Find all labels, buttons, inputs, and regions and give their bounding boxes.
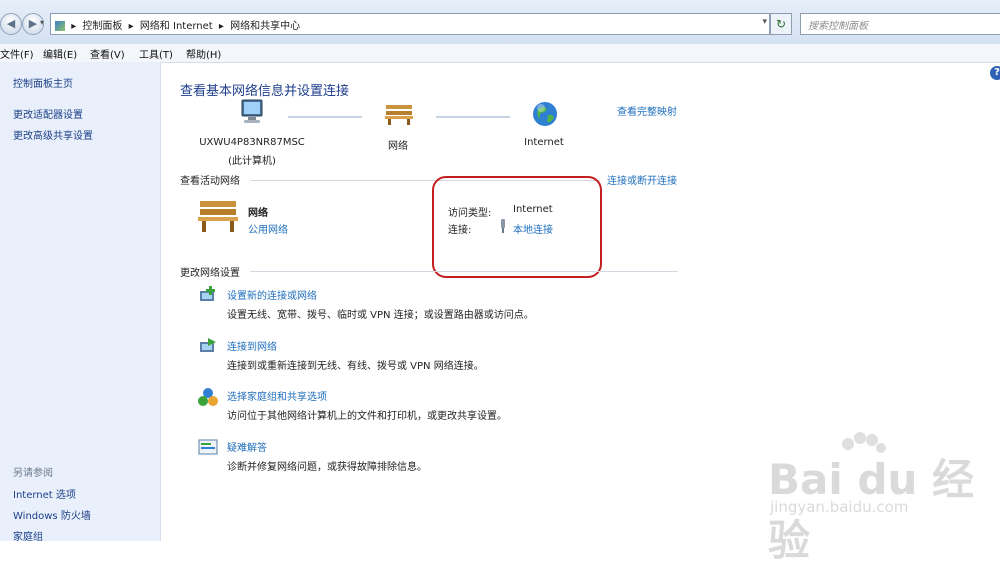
network-bench-icon bbox=[384, 102, 414, 129]
address-input[interactable]: ▸ 控制面板 ▸ 网络和 Internet ▸ 网络和共享中心 ▾ bbox=[50, 13, 770, 35]
task-troubleshoot-link[interactable]: 疑难解答 bbox=[227, 439, 267, 454]
section-divider bbox=[250, 271, 678, 272]
page-title: 查看基本网络信息并设置连接 bbox=[180, 84, 350, 99]
sidebar-change-adapter-settings[interactable]: 更改适配器设置 bbox=[13, 106, 83, 121]
connect-to-network-icon bbox=[198, 337, 218, 358]
breadcrumb-separator: ▸ bbox=[128, 21, 134, 32]
back-button[interactable]: ◀ bbox=[0, 13, 22, 35]
sidebar-windows-firewall[interactable]: Windows 防火墙 bbox=[13, 507, 91, 522]
computer-sub-label: (此计算机) bbox=[228, 156, 276, 167]
refresh-button[interactable]: ↻ bbox=[770, 13, 792, 35]
refresh-icon: ↻ bbox=[775, 17, 787, 31]
map-connector-line bbox=[288, 116, 362, 118]
change-settings-heading: 更改网络设置 bbox=[180, 268, 240, 279]
menu-file[interactable]: 文件(F) bbox=[0, 46, 34, 61]
computer-icon bbox=[236, 98, 268, 129]
task-homegroup-link[interactable]: 选择家庭组和共享选项 bbox=[227, 388, 327, 403]
network-node-label: 网络 bbox=[388, 141, 408, 152]
public-network-bench-icon bbox=[196, 198, 240, 237]
view-full-map-link[interactable]: 查看完整映射 bbox=[617, 103, 677, 118]
task-troubleshoot-desc: 诊断并修复网络问题，或获得故障排除信息。 bbox=[227, 462, 427, 473]
task-setup-connection-link[interactable]: 设置新的连接或网络 bbox=[227, 287, 317, 302]
recent-pages-dropdown[interactable]: ▾ bbox=[40, 18, 44, 27]
active-network-name: 网络 bbox=[248, 208, 268, 219]
breadcrumb-control-panel[interactable]: 控制面板 bbox=[82, 21, 122, 32]
task-connect-network-desc: 连接到或重新连接到无线、有线、拨号或 VPN 网络连接。 bbox=[227, 361, 484, 372]
sidebar-see-also-title: 另请参阅 bbox=[13, 468, 53, 479]
menu-help[interactable]: 帮助(H) bbox=[186, 46, 221, 61]
sidebar-change-advanced-sharing[interactable]: 更改高级共享设置 bbox=[13, 127, 93, 142]
connect-disconnect-link[interactable]: 连接或断开连接 bbox=[607, 172, 677, 187]
help-icon[interactable]: ? bbox=[990, 66, 1000, 80]
search-input[interactable]: 搜索控制面板 bbox=[800, 13, 1000, 35]
map-connector-line bbox=[436, 116, 510, 118]
menu-tools[interactable]: 工具(T) bbox=[139, 46, 173, 61]
breadcrumb-network-sharing-center[interactable]: 网络和共享中心 bbox=[230, 21, 300, 32]
sidebar-control-panel-home[interactable]: 控制面板主页 bbox=[13, 75, 73, 90]
breadcrumb-separator: ▸ bbox=[71, 21, 77, 32]
address-dropdown-icon[interactable]: ▾ bbox=[762, 17, 767, 27]
homegroup-icon bbox=[198, 387, 218, 410]
internet-node-label: Internet bbox=[524, 137, 564, 148]
red-highlight-annotation bbox=[432, 176, 602, 278]
search-placeholder: 搜索控制面板 bbox=[808, 21, 868, 32]
breadcrumb-separator: ▸ bbox=[218, 21, 224, 32]
sidebar-internet-options[interactable]: Internet 选项 bbox=[13, 486, 76, 501]
task-setup-connection-desc: 设置无线、宽带、拨号、临时或 VPN 连接；或设置路由器或访问点。 bbox=[227, 310, 534, 321]
menu-edit[interactable]: 编辑(E) bbox=[43, 46, 77, 61]
new-connection-icon bbox=[198, 286, 218, 307]
address-bar-area: ◀ ▶ ▾ ▸ 控制面板 ▸ 网络和 Internet ▸ 网络和共享中心 ▾ … bbox=[0, 0, 1000, 45]
task-homegroup-desc: 访问位于其他网络计算机上的文件和打印机，或更改共享设置。 bbox=[227, 411, 507, 422]
menu-bar: 文件(F) 编辑(E) 查看(V) 工具(T) 帮助(H) bbox=[0, 44, 1000, 63]
task-connect-network-link[interactable]: 连接到网络 bbox=[227, 338, 277, 353]
sidebar: 控制面板主页 更改适配器设置 更改高级共享设置 另请参阅 Internet 选项… bbox=[0, 62, 161, 543]
watermark-url: jingyan.baidu.com bbox=[770, 498, 909, 516]
computer-name-label: UXWU4P83NR87MSC bbox=[199, 137, 305, 148]
breadcrumb-network-internet[interactable]: 网络和 Internet bbox=[140, 21, 213, 32]
active-networks-heading: 查看活动网络 bbox=[180, 176, 240, 187]
baidu-watermark: Bai du 经验 jingyan.baidu.com bbox=[760, 430, 1000, 565]
control-panel-icon bbox=[55, 21, 65, 31]
back-arrow-icon: ◀ bbox=[6, 17, 16, 30]
menu-view[interactable]: 查看(V) bbox=[90, 46, 125, 61]
troubleshoot-icon bbox=[198, 438, 218, 459]
network-type-link[interactable]: 公用网络 bbox=[248, 221, 288, 236]
internet-globe-icon bbox=[531, 100, 559, 131]
